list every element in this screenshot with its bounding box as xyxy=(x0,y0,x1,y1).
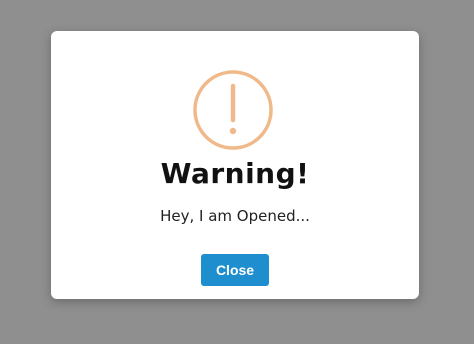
warning-dialog: Warning! Hey, I am Opened... Close xyxy=(51,31,419,299)
warning-circle-icon xyxy=(192,69,274,151)
dialog-message: Hey, I am Opened... xyxy=(160,207,310,225)
dialog-title: Warning! xyxy=(160,157,310,190)
close-button[interactable]: Close xyxy=(201,254,269,286)
